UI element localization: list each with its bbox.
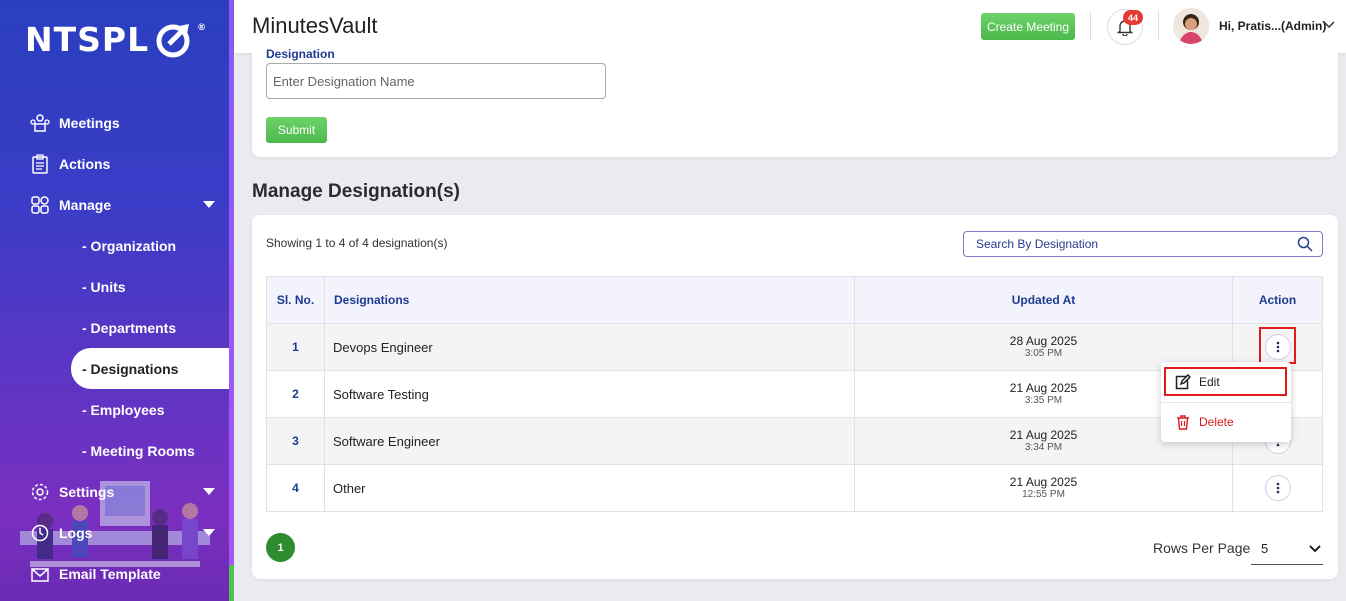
sidebar-item-label: Email Template [59, 565, 161, 582]
row-actions-button[interactable] [1264, 475, 1291, 501]
create-meeting-button[interactable]: Create Meeting [981, 13, 1075, 40]
caret-down-icon [203, 529, 215, 536]
row-sl-no: 2 [266, 370, 325, 418]
row-sl-no: 1 [266, 323, 325, 371]
column-header-sl-no: Sl. No. [266, 276, 325, 324]
notification-badge: 44 [1123, 10, 1143, 25]
header-divider [1158, 11, 1159, 41]
header-divider [1090, 11, 1091, 41]
clipboard-icon [30, 153, 50, 174]
envelope-icon [30, 564, 50, 584]
sidebar-item-logs[interactable]: Logs [0, 512, 229, 553]
designation-label: Designation [266, 47, 335, 61]
logo-text: NTSPL [25, 20, 150, 59]
grid-icon [30, 195, 50, 215]
sidebar-subitem-departments[interactable]: - Departments [0, 307, 229, 348]
pagination-page-1[interactable]: 1 [266, 533, 295, 562]
caret-down-icon [203, 201, 215, 208]
add-designation-card: Designation Submit [252, 47, 1338, 157]
avatar[interactable] [1173, 8, 1209, 44]
submit-button[interactable]: Submit [266, 117, 327, 143]
row-updated-at: 21 Aug 2025 12:55 PM [854, 464, 1233, 512]
search-box [963, 231, 1323, 257]
search-input[interactable] [964, 232, 1284, 256]
menu-item-label: Delete [1199, 415, 1234, 429]
sidebar-item-manage[interactable]: Manage [0, 184, 229, 225]
chevron-down-icon[interactable] [1322, 18, 1336, 32]
sidebar-nav: Meetings Actions Manage - Organization -… [0, 102, 229, 594]
more-vertical-icon [1276, 482, 1279, 494]
section-title: Manage Designation(s) [252, 181, 460, 202]
updated-time: 12:55 PM [1022, 489, 1065, 500]
column-header-designations: Designations [324, 276, 855, 324]
menu-item-delete[interactable]: Delete [1161, 404, 1291, 440]
row-designation-name: Software Engineer [324, 417, 855, 465]
user-menu-label[interactable]: Hi, Pratis...(Admin) [1219, 19, 1326, 33]
trash-icon [1175, 414, 1191, 430]
caret-down-icon [203, 488, 215, 495]
sidebar-item-label: Manage [59, 196, 112, 213]
updated-time: 3:34 PM [1024, 442, 1063, 453]
rows-per-page-label: Rows Per Page [1153, 540, 1251, 556]
sidebar-subitem-employees[interactable]: - Employees [0, 389, 229, 430]
action-button-highlight [1259, 327, 1296, 364]
sidebar-subitem-designations[interactable]: - Designations [71, 348, 229, 389]
meetings-icon [30, 113, 50, 133]
edit-option-highlight [1164, 367, 1287, 396]
row-designation-name: Other [324, 464, 855, 512]
logo-mark-icon [156, 23, 190, 57]
menu-divider [1161, 402, 1291, 403]
updated-date: 28 Aug 2025 [1009, 334, 1078, 348]
row-designation-name: Software Testing [324, 370, 855, 418]
ntspl-logo[interactable]: NTSPL ® [25, 20, 207, 59]
column-header-updated-at: Updated At [854, 276, 1233, 324]
updated-time: 3:05 PM [1024, 348, 1063, 359]
designation-name-input[interactable] [266, 63, 606, 99]
sidebar-subitem-organization[interactable]: - Organization [0, 225, 229, 266]
sidebar-item-actions[interactable]: Actions [0, 143, 229, 184]
rows-per-page-select[interactable]: 5 [1251, 533, 1323, 565]
rows-per-page-value: 5 [1261, 541, 1269, 556]
sidebar-item-label: Actions [59, 155, 111, 172]
updated-date: 21 Aug 2025 [1009, 475, 1078, 489]
column-header-action: Action [1232, 276, 1323, 324]
table-header-row: Sl. No. Designations Updated At Action [266, 276, 1323, 324]
history-icon [30, 523, 50, 543]
row-designation-name: Devops Engineer [324, 323, 855, 371]
chevron-down-icon [1309, 545, 1321, 553]
search-icon[interactable] [1297, 236, 1313, 252]
sidebar-item-email-template[interactable]: Email Template [0, 553, 229, 594]
top-header: MinutesVault Create Meeting 44 Hi, Prati… [234, 0, 1346, 53]
registered-mark: ® [197, 22, 208, 33]
app-title: MinutesVault [252, 13, 378, 38]
sidebar-edge [229, 0, 234, 601]
sidebar-item-label: Settings [59, 483, 115, 500]
sidebar-item-settings[interactable]: Settings [0, 471, 229, 512]
sidebar: NTSPL ® Meetings Actions Manage - Organi… [0, 0, 229, 601]
row-sl-no: 3 [266, 417, 325, 465]
sidebar-item-label: Logs [59, 524, 93, 541]
sidebar-subitem-meeting-rooms[interactable]: - Meeting Rooms [0, 430, 229, 471]
table-row: 4 Other 21 Aug 2025 12:55 PM [266, 464, 1323, 512]
gear-icon [30, 482, 50, 502]
sidebar-subitem-units[interactable]: - Units [0, 266, 229, 307]
sidebar-item-label: Meetings [59, 114, 120, 131]
row-action-cell [1232, 464, 1323, 512]
showing-count: Showing 1 to 4 of 4 designation(s) [266, 236, 448, 250]
sidebar-item-meetings[interactable]: Meetings [0, 102, 229, 143]
row-sl-no: 4 [266, 464, 325, 512]
